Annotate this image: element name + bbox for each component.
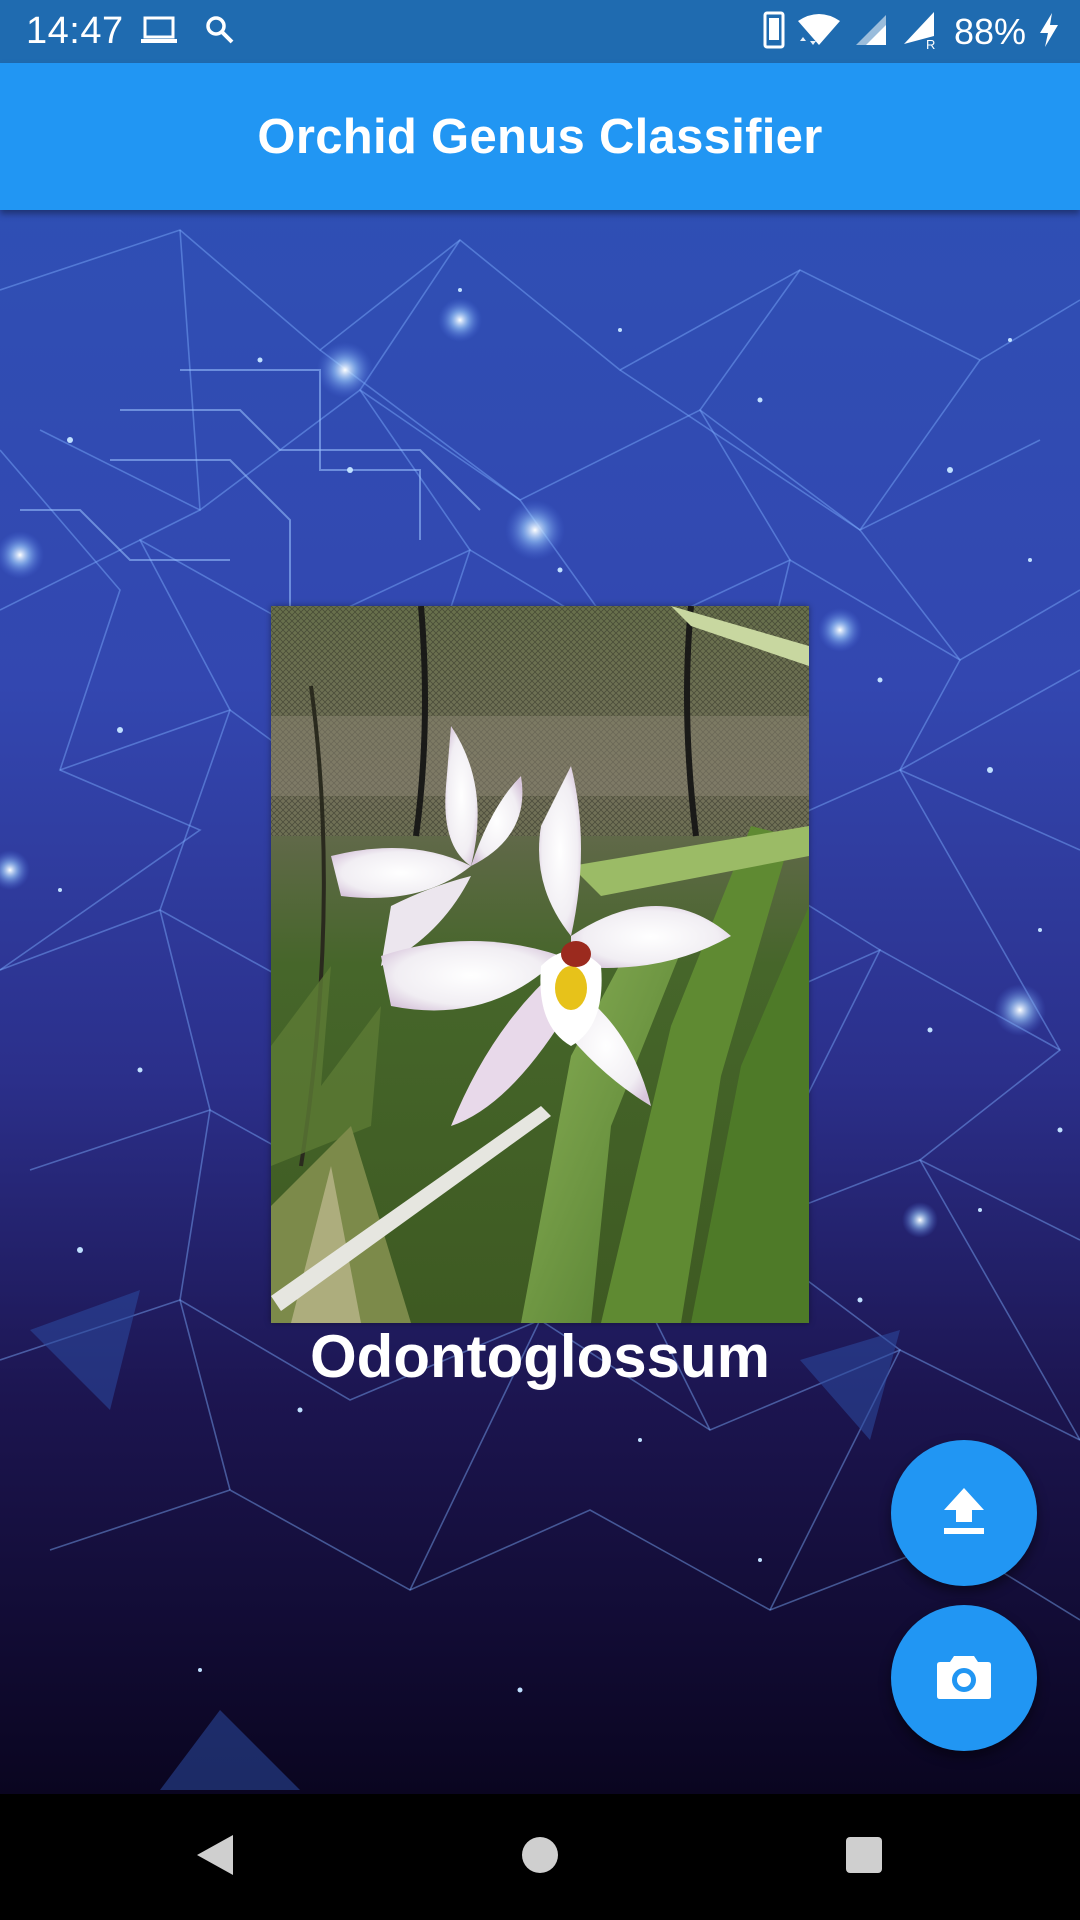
laptop-icon — [140, 14, 178, 53]
camera-icon — [936, 1652, 992, 1705]
phone-icon — [762, 11, 786, 54]
upload-icon — [942, 1486, 986, 1541]
recents-icon — [844, 1835, 884, 1880]
app-bar: Orchid Genus Classifier — [0, 63, 1080, 210]
app-title: Orchid Genus Classifier — [257, 109, 823, 164]
status-time: 14:47 — [26, 10, 124, 52]
search-icon — [204, 14, 236, 53]
orchid-photo — [271, 606, 809, 1323]
back-icon — [193, 1831, 237, 1884]
signal-icon — [852, 11, 890, 54]
battery-percent: 88% — [953, 11, 1026, 52]
navigation-bar — [0, 1794, 1080, 1920]
home-icon — [520, 1835, 560, 1880]
charging-bolt-icon — [1036, 11, 1062, 54]
upload-button[interactable] — [891, 1440, 1037, 1586]
svg-text:R: R — [926, 37, 935, 50]
signal-roaming-icon: R — [900, 10, 940, 55]
recents-button[interactable] — [829, 1822, 899, 1892]
wifi-icon — [796, 11, 842, 54]
status-bar: 14:47 R 88% — [0, 0, 1080, 63]
camera-button[interactable] — [891, 1605, 1037, 1751]
home-button[interactable] — [505, 1822, 575, 1892]
back-button[interactable] — [180, 1822, 250, 1892]
prediction-label: Odontoglossum — [310, 1323, 770, 1390]
